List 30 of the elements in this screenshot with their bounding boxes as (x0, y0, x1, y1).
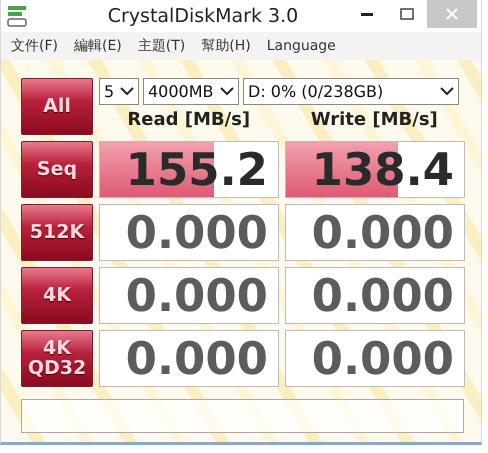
app-icon (7, 4, 29, 28)
menu-item[interactable]: 幫助(H) (201, 37, 251, 55)
dropdown[interactable]: 4000MB (143, 78, 239, 105)
dropdown[interactable]: 5 (99, 78, 139, 105)
minimize-icon (361, 12, 373, 16)
column-header: Write [MB/s] (310, 109, 439, 130)
result-value: 0.000 (312, 206, 454, 259)
result-value: 0.000 (312, 332, 454, 385)
dropdown[interactable]: D: 0% (0/238GB) (243, 78, 459, 105)
result-value: 0.000 (312, 269, 454, 322)
menu-item[interactable]: 編輯(E) (74, 37, 122, 55)
window-title: CrystalDiskMark 3.0 (106, 5, 300, 27)
test-button[interactable]: 512K (21, 204, 93, 261)
menu-item[interactable]: 主題(T) (138, 37, 186, 55)
test-button[interactable]: 4K (21, 267, 93, 324)
column-header: Read [MB/s] (126, 109, 252, 130)
menu-item[interactable]: 文件(F) (11, 37, 58, 55)
close-icon (446, 8, 458, 20)
chevron-down-icon (120, 87, 134, 96)
maximize-icon (400, 8, 414, 20)
result-value: 0.000 (126, 206, 268, 259)
test-button[interactable]: 4K QD32 (21, 330, 93, 387)
result-value: 0.000 (126, 269, 268, 322)
chevron-down-icon (440, 87, 454, 96)
chevron-down-icon (220, 87, 234, 96)
menu-item[interactable]: Language (266, 38, 336, 54)
comment-field[interactable] (21, 399, 464, 433)
result-value: 0.000 (126, 332, 268, 385)
run-all-button[interactable]: All (21, 78, 93, 135)
test-button[interactable]: Seq (21, 141, 93, 198)
